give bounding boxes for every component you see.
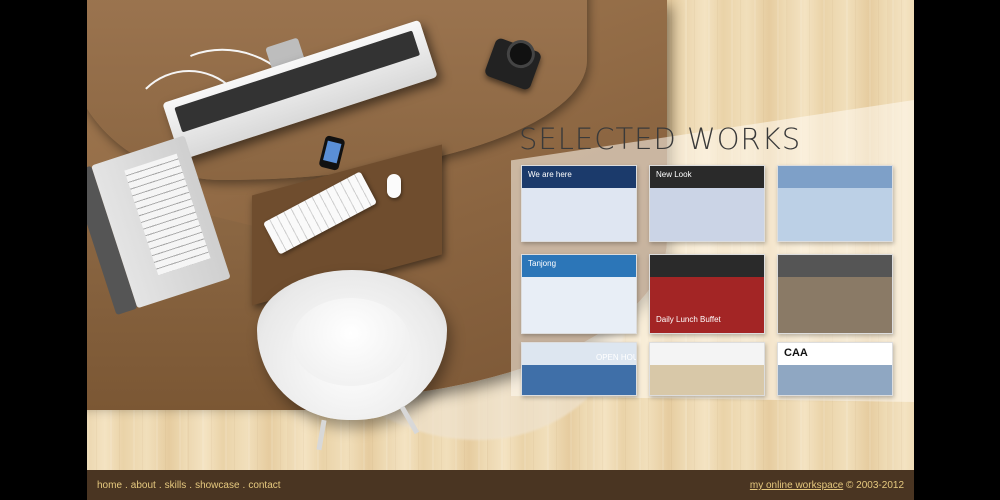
thumbnail-header [778, 255, 892, 277]
chair [257, 270, 447, 420]
workspace-scene: SELECTED WORKS We are here New Look Tanj… [87, 0, 914, 470]
thumbnail-body [778, 188, 892, 241]
work-thumbnail[interactable] [777, 254, 893, 334]
nav-separator: . [242, 480, 246, 491]
nav-separator: . [189, 480, 193, 491]
footer: home. about. skills. showcase. contact my on… [87, 470, 914, 500]
footer-nav: home. about. skills. showcase. contact [97, 480, 281, 491]
work-thumbnail[interactable]: Daily Lunch Buffet [649, 254, 765, 334]
selected-works-title: SELECTED WORKS [519, 122, 802, 156]
thumbnail-label: Daily Lunch Buffet [656, 315, 721, 324]
thumbnail-body [778, 277, 892, 333]
work-thumbnail[interactable]: Tanjong [521, 254, 637, 334]
nav-showcase[interactable]: showcase [195, 480, 239, 491]
thumbnail-body [650, 365, 764, 395]
work-thumbnail[interactable]: CAA [777, 342, 893, 396]
copyright: my online workspace © 2003-2012 [750, 480, 904, 491]
thumbnail-label: We are here [528, 170, 572, 179]
workspace-link[interactable]: my online workspace [750, 480, 843, 491]
thumbnail-body [522, 188, 636, 241]
nav-separator: . [125, 480, 128, 491]
thumbnail-body [650, 188, 764, 241]
thumbnail-header [650, 343, 764, 365]
work-thumbnail[interactable] [649, 342, 765, 396]
thumbnail-header [778, 166, 892, 188]
thumbnail-header [650, 255, 764, 277]
nav-skills[interactable]: skills [165, 480, 187, 491]
mouse [387, 174, 401, 198]
thumbnail-body [778, 365, 892, 395]
thumbnail-body [522, 365, 636, 395]
thumbnail-label: CAA [784, 347, 808, 359]
nav-about[interactable]: about [131, 480, 156, 491]
nav-home[interactable]: home [97, 480, 122, 491]
thumbnail-body [650, 277, 764, 333]
nav-contact[interactable]: contact [248, 480, 280, 491]
work-thumbnail[interactable]: OPEN HOUSE [521, 342, 637, 396]
work-thumbnail[interactable]: We are here [521, 165, 637, 242]
thumbnail-body [522, 277, 636, 333]
thumbnail-label: OPEN HOUSE [596, 353, 636, 362]
thumbnail-label: New Look [656, 170, 692, 179]
thumbnail-label: Tanjong [528, 259, 557, 268]
work-thumbnail[interactable] [777, 165, 893, 242]
work-thumbnail[interactable]: New Look [649, 165, 765, 242]
copyright-text: © 2003-2012 [846, 480, 904, 491]
nav-separator: . [158, 480, 162, 491]
